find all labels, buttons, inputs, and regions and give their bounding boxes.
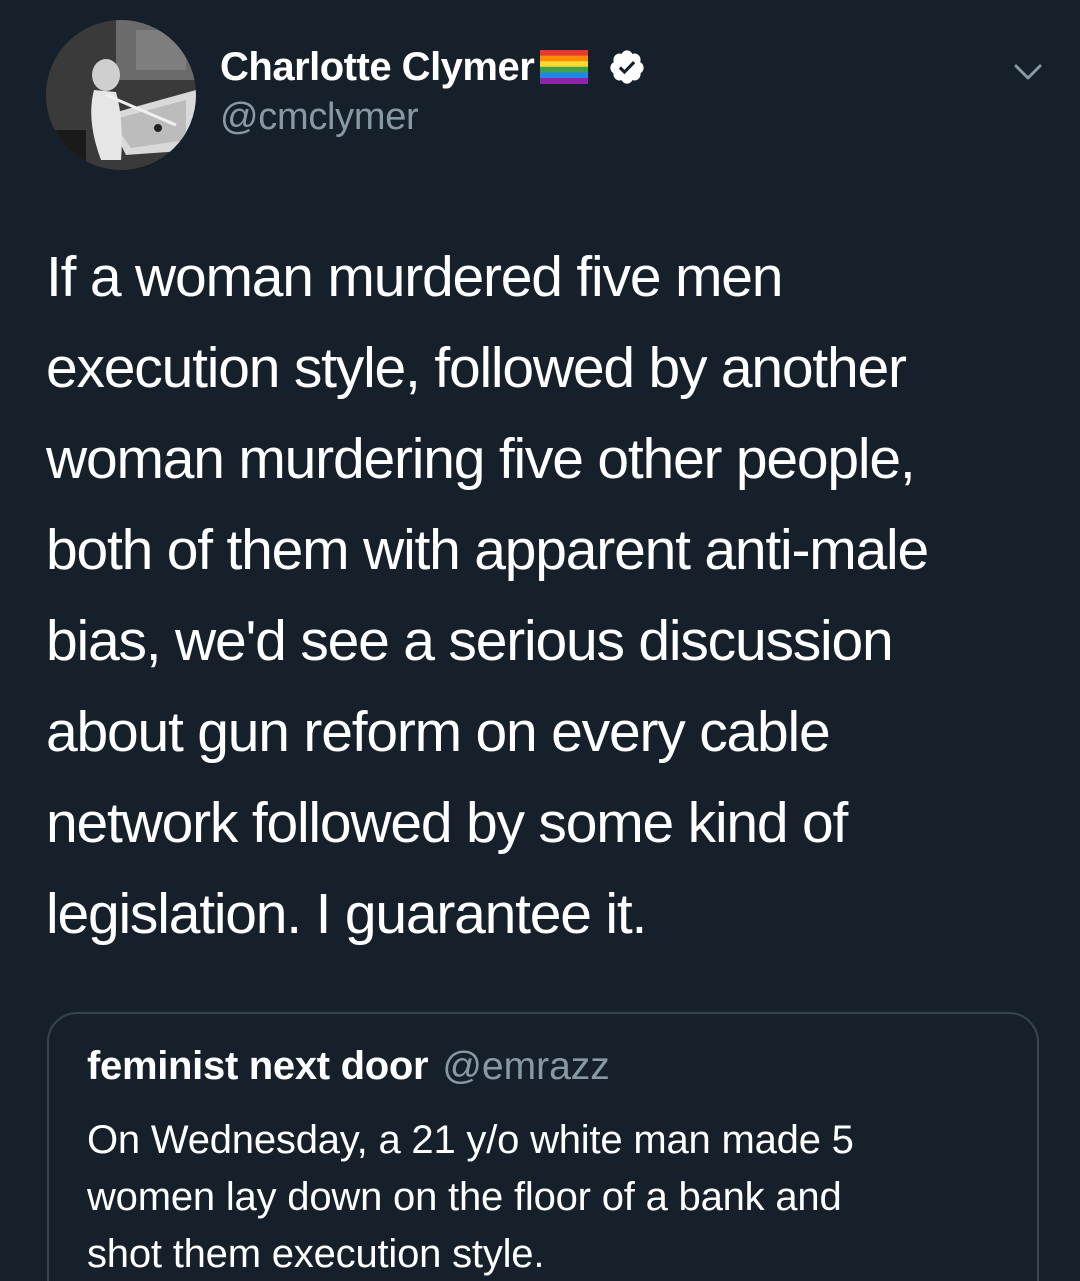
tweet-text: If a woman murdered five men execution s…: [46, 232, 1046, 960]
quoted-tweet-text: On Wednesday, a 21 y/o white man made 5 …: [87, 1112, 1007, 1281]
verified-badge-icon: [608, 48, 646, 86]
tweet-text-line: If a woman murdered five men: [46, 245, 783, 309]
author-handle[interactable]: @cmclymer: [220, 96, 419, 139]
quoted-text-line: shot them execution style.: [87, 1232, 545, 1276]
avatar[interactable]: [46, 20, 196, 170]
quoted-text-line: women lay down on the floor of a bank an…: [87, 1175, 842, 1219]
author-name-row: Charlotte Clymer: [220, 42, 646, 92]
rainbow-flag-icon: [540, 50, 589, 84]
tweet-text-line: legislation. I guarantee it.: [46, 882, 647, 946]
tweet-text-line: woman murdering five other people,: [46, 427, 916, 491]
quoted-author-name: feminist next door: [87, 1044, 429, 1088]
tweet-text-line: bias, we'd see a serious discussion: [46, 609, 894, 673]
quoted-tweet-card[interactable]: feminist next door @emrazz On Wednesday,…: [47, 1012, 1039, 1281]
chevron-down-icon[interactable]: [1008, 52, 1048, 92]
quoted-author-handle: @emrazz: [442, 1045, 610, 1088]
quoted-tweet-header: feminist next door @emrazz: [87, 1044, 610, 1089]
author-display-name[interactable]: Charlotte Clymer: [220, 45, 535, 90]
tweet-text-line: network followed by some kind of: [46, 791, 848, 855]
quoted-text-line: On Wednesday, a 21 y/o white man made 5: [87, 1118, 854, 1162]
tweet-text-line: about gun reform on every cable: [46, 700, 831, 764]
tweet-text-line: execution style, followed by another: [46, 336, 907, 400]
tweet-text-line: both of them with apparent anti-male: [46, 518, 929, 582]
